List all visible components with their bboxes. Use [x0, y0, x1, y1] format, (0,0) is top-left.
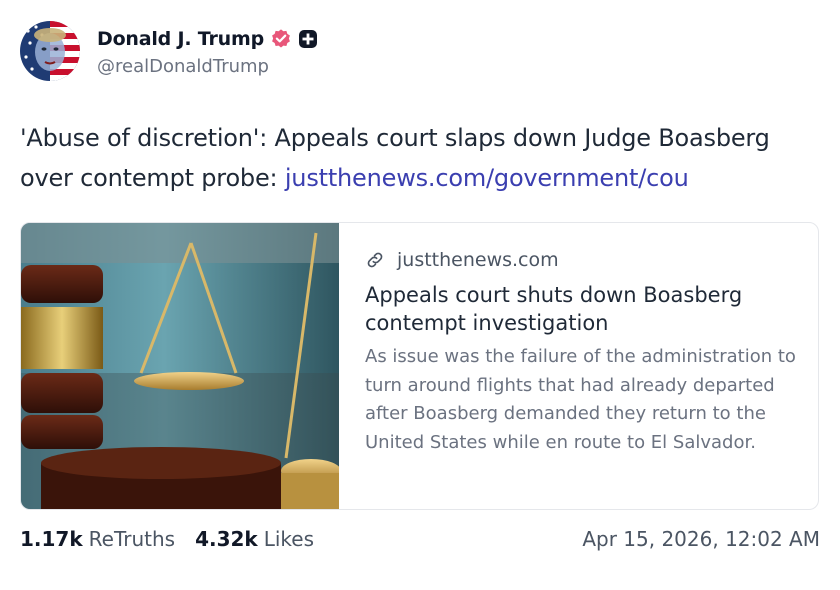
- card-domain-row: justthenews.com: [365, 245, 798, 275]
- avatar[interactable]: [20, 21, 80, 81]
- link-icon: [367, 252, 383, 268]
- retruths-stat[interactable]: 1.17k ReTruths: [20, 527, 175, 551]
- likes-count: 4.32k: [195, 527, 258, 551]
- plus-badge-icon: [298, 29, 317, 48]
- avatar-image: [20, 21, 80, 81]
- card-title[interactable]: Appeals court shuts down Boasberg contem…: [365, 281, 798, 337]
- post-timestamp[interactable]: Apr 15, 2026, 12:02 AM: [582, 527, 820, 551]
- post-text: 'Abuse of discretion': Appeals court sla…: [20, 118, 820, 198]
- author-handle[interactable]: @realDonaldTrump: [97, 56, 318, 77]
- post-link[interactable]: justthenews.com/government/cou: [285, 164, 689, 192]
- retruths-count: 1.17k: [20, 527, 83, 551]
- card-description: As issue was the failure of the administ…: [365, 346, 796, 453]
- likes-label: Likes: [263, 527, 315, 551]
- author-display-name[interactable]: Donald J. Trump: [97, 28, 264, 50]
- card-body: justthenews.com Appeals court shuts down…: [339, 223, 818, 509]
- author-identity: Donald J. Trump @realDonaldTrump: [97, 26, 318, 77]
- card-domain: justthenews.com: [397, 249, 559, 271]
- retruths-label: ReTruths: [88, 527, 176, 551]
- post-footer: 1.17k ReTruths 4.32k Likes Apr 15, 2026,…: [20, 524, 820, 554]
- verified-badge-icon: [272, 28, 290, 48]
- link-preview-card[interactable]: justthenews.com Appeals court shuts down…: [20, 222, 819, 510]
- post-header: Donald J. Trump @realDonaldTrump: [20, 20, 318, 82]
- name-row: Donald J. Trump: [97, 26, 318, 52]
- likes-stat[interactable]: 4.32k Likes: [195, 527, 314, 551]
- gavel-and-scales-image: [21, 223, 339, 509]
